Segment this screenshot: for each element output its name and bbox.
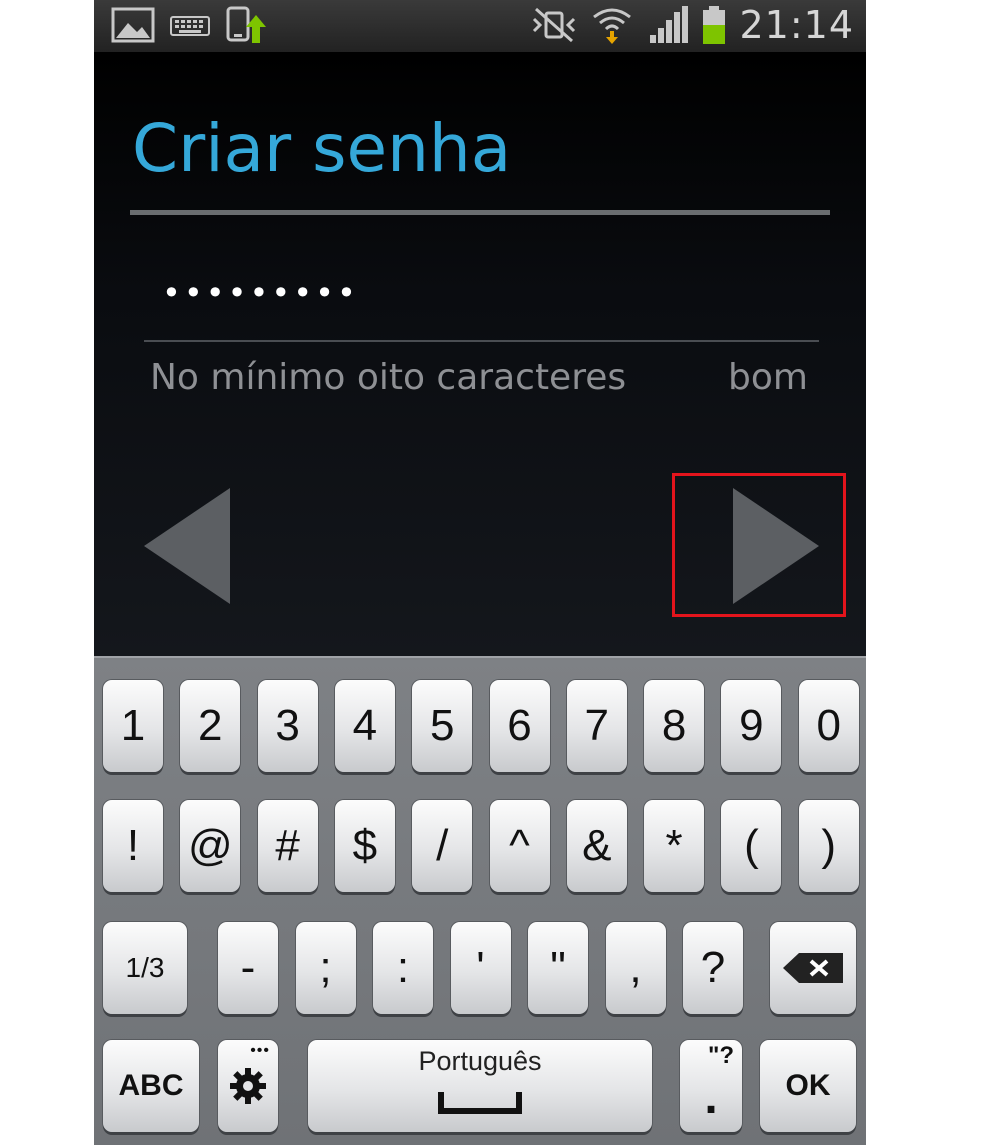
- key-3-row1[interactable]: 3: [257, 680, 318, 772]
- phone-screen: 21:14 Criar senha ••••••••• No mínimo oi…: [94, 0, 866, 1145]
- password-hint: No mínimo oito caracteres: [150, 357, 627, 398]
- key-5-row2[interactable]: /: [412, 800, 473, 892]
- key-6-row1[interactable]: 6: [489, 680, 550, 772]
- backspace-key[interactable]: [770, 922, 856, 1014]
- key-label: 9: [739, 701, 764, 750]
- key-label: ): [821, 821, 837, 870]
- password-strength: bom: [728, 357, 808, 398]
- create-password-screen: Criar senha ••••••••• No mínimo oito car…: [94, 52, 866, 656]
- key-label: @: [187, 821, 233, 870]
- key-7-row3[interactable]: ?: [683, 922, 743, 1014]
- key-label: (: [744, 821, 759, 870]
- key-label: 2: [198, 701, 223, 750]
- status-bar: 21:14: [94, 0, 866, 52]
- key-1-row2[interactable]: !: [103, 800, 163, 892]
- key-10-row1[interactable]: 0: [798, 680, 859, 772]
- clock: 21:14: [739, 3, 854, 47]
- key-label: $: [352, 821, 378, 870]
- key-label: 1: [120, 701, 146, 750]
- key-label: 6: [507, 701, 532, 750]
- key-label: ^: [509, 821, 530, 870]
- usb-upload-icon: [226, 6, 266, 43]
- key-7-row2[interactable]: &: [566, 800, 627, 892]
- key-7-row1[interactable]: 7: [566, 680, 627, 772]
- key-label: ,: [629, 943, 642, 992]
- keyboard: 1 2 3 4 5 6 7 8 9 0 ! @ # $ / ^ & * () 1/3 -;: ' ",? ABC ••…: [94, 656, 866, 1145]
- key-1-row3[interactable]: -: [218, 922, 278, 1014]
- key-9-row1[interactable]: 9: [721, 680, 782, 772]
- key-4-row1[interactable]: 4: [334, 680, 395, 772]
- key-2-row2[interactable]: @: [180, 800, 241, 892]
- key-label: 3: [275, 701, 300, 750]
- password-input[interactable]: •••••••••: [144, 260, 819, 342]
- key-4-row3[interactable]: ': [450, 922, 511, 1014]
- space-key[interactable]: Português: [308, 1040, 652, 1132]
- key-5-row3[interactable]: ": [528, 922, 588, 1014]
- key-4-row2[interactable]: $: [334, 800, 395, 892]
- ok-key[interactable]: OK: [760, 1040, 856, 1132]
- key-page-toggle[interactable]: 1/3: [103, 922, 187, 1014]
- mute-vibrate-icon: [532, 7, 576, 43]
- key-label: 5: [429, 701, 455, 750]
- key-label: ": [550, 943, 566, 992]
- key-label: /: [436, 821, 449, 870]
- gear-icon: [230, 1068, 266, 1104]
- key-8-row1[interactable]: 8: [644, 680, 705, 772]
- key-5-row1[interactable]: 5: [412, 680, 473, 772]
- key-6-row3[interactable]: ,: [605, 922, 666, 1014]
- wifi-icon: [593, 8, 631, 44]
- key-8-row2[interactable]: *: [644, 800, 705, 892]
- image-icon: [111, 7, 155, 43]
- page-title: Criar senha: [132, 110, 512, 187]
- key-label: !: [126, 821, 140, 870]
- key-6-row2[interactable]: ^: [489, 800, 550, 892]
- space-bar-icon: [438, 1092, 522, 1114]
- key-label: ;: [319, 943, 332, 992]
- key-label: &: [582, 821, 612, 870]
- key-9-row2[interactable]: (: [721, 800, 782, 892]
- key-label: -: [240, 943, 256, 992]
- key-3-row2[interactable]: #: [257, 800, 318, 892]
- key-label: 8: [661, 701, 687, 750]
- title-divider: [130, 210, 830, 215]
- key-10-row2[interactable]: ): [798, 800, 859, 892]
- back-button[interactable]: [138, 484, 248, 608]
- triangle-right-icon: [733, 488, 819, 604]
- period-key[interactable]: "? .: [680, 1040, 742, 1132]
- key-label: #: [275, 821, 300, 870]
- key-2-row1[interactable]: 2: [180, 680, 241, 772]
- key-label: ': [476, 943, 485, 992]
- backspace-icon: [783, 953, 843, 983]
- key-label: *: [665, 821, 683, 870]
- password-mask: •••••••••: [162, 274, 359, 312]
- key-label: ?: [700, 943, 726, 992]
- settings-key[interactable]: •••: [218, 1040, 278, 1132]
- key-3-row3[interactable]: :: [373, 922, 433, 1014]
- next-button[interactable]: [672, 473, 846, 617]
- triangle-left-icon: [144, 488, 230, 604]
- key-1-row1[interactable]: 1: [103, 680, 163, 772]
- keyboard-icon: [170, 16, 210, 36]
- key-label: :: [396, 943, 410, 992]
- key-2-row3[interactable]: ;: [295, 922, 356, 1014]
- key-label: 7: [584, 701, 610, 750]
- signal-icon: [650, 6, 688, 43]
- language-label: Português: [418, 1046, 542, 1076]
- key-label: 0: [816, 701, 841, 750]
- key-label: 4: [352, 701, 378, 750]
- abc-key[interactable]: ABC: [103, 1040, 199, 1132]
- battery-icon: [703, 6, 725, 44]
